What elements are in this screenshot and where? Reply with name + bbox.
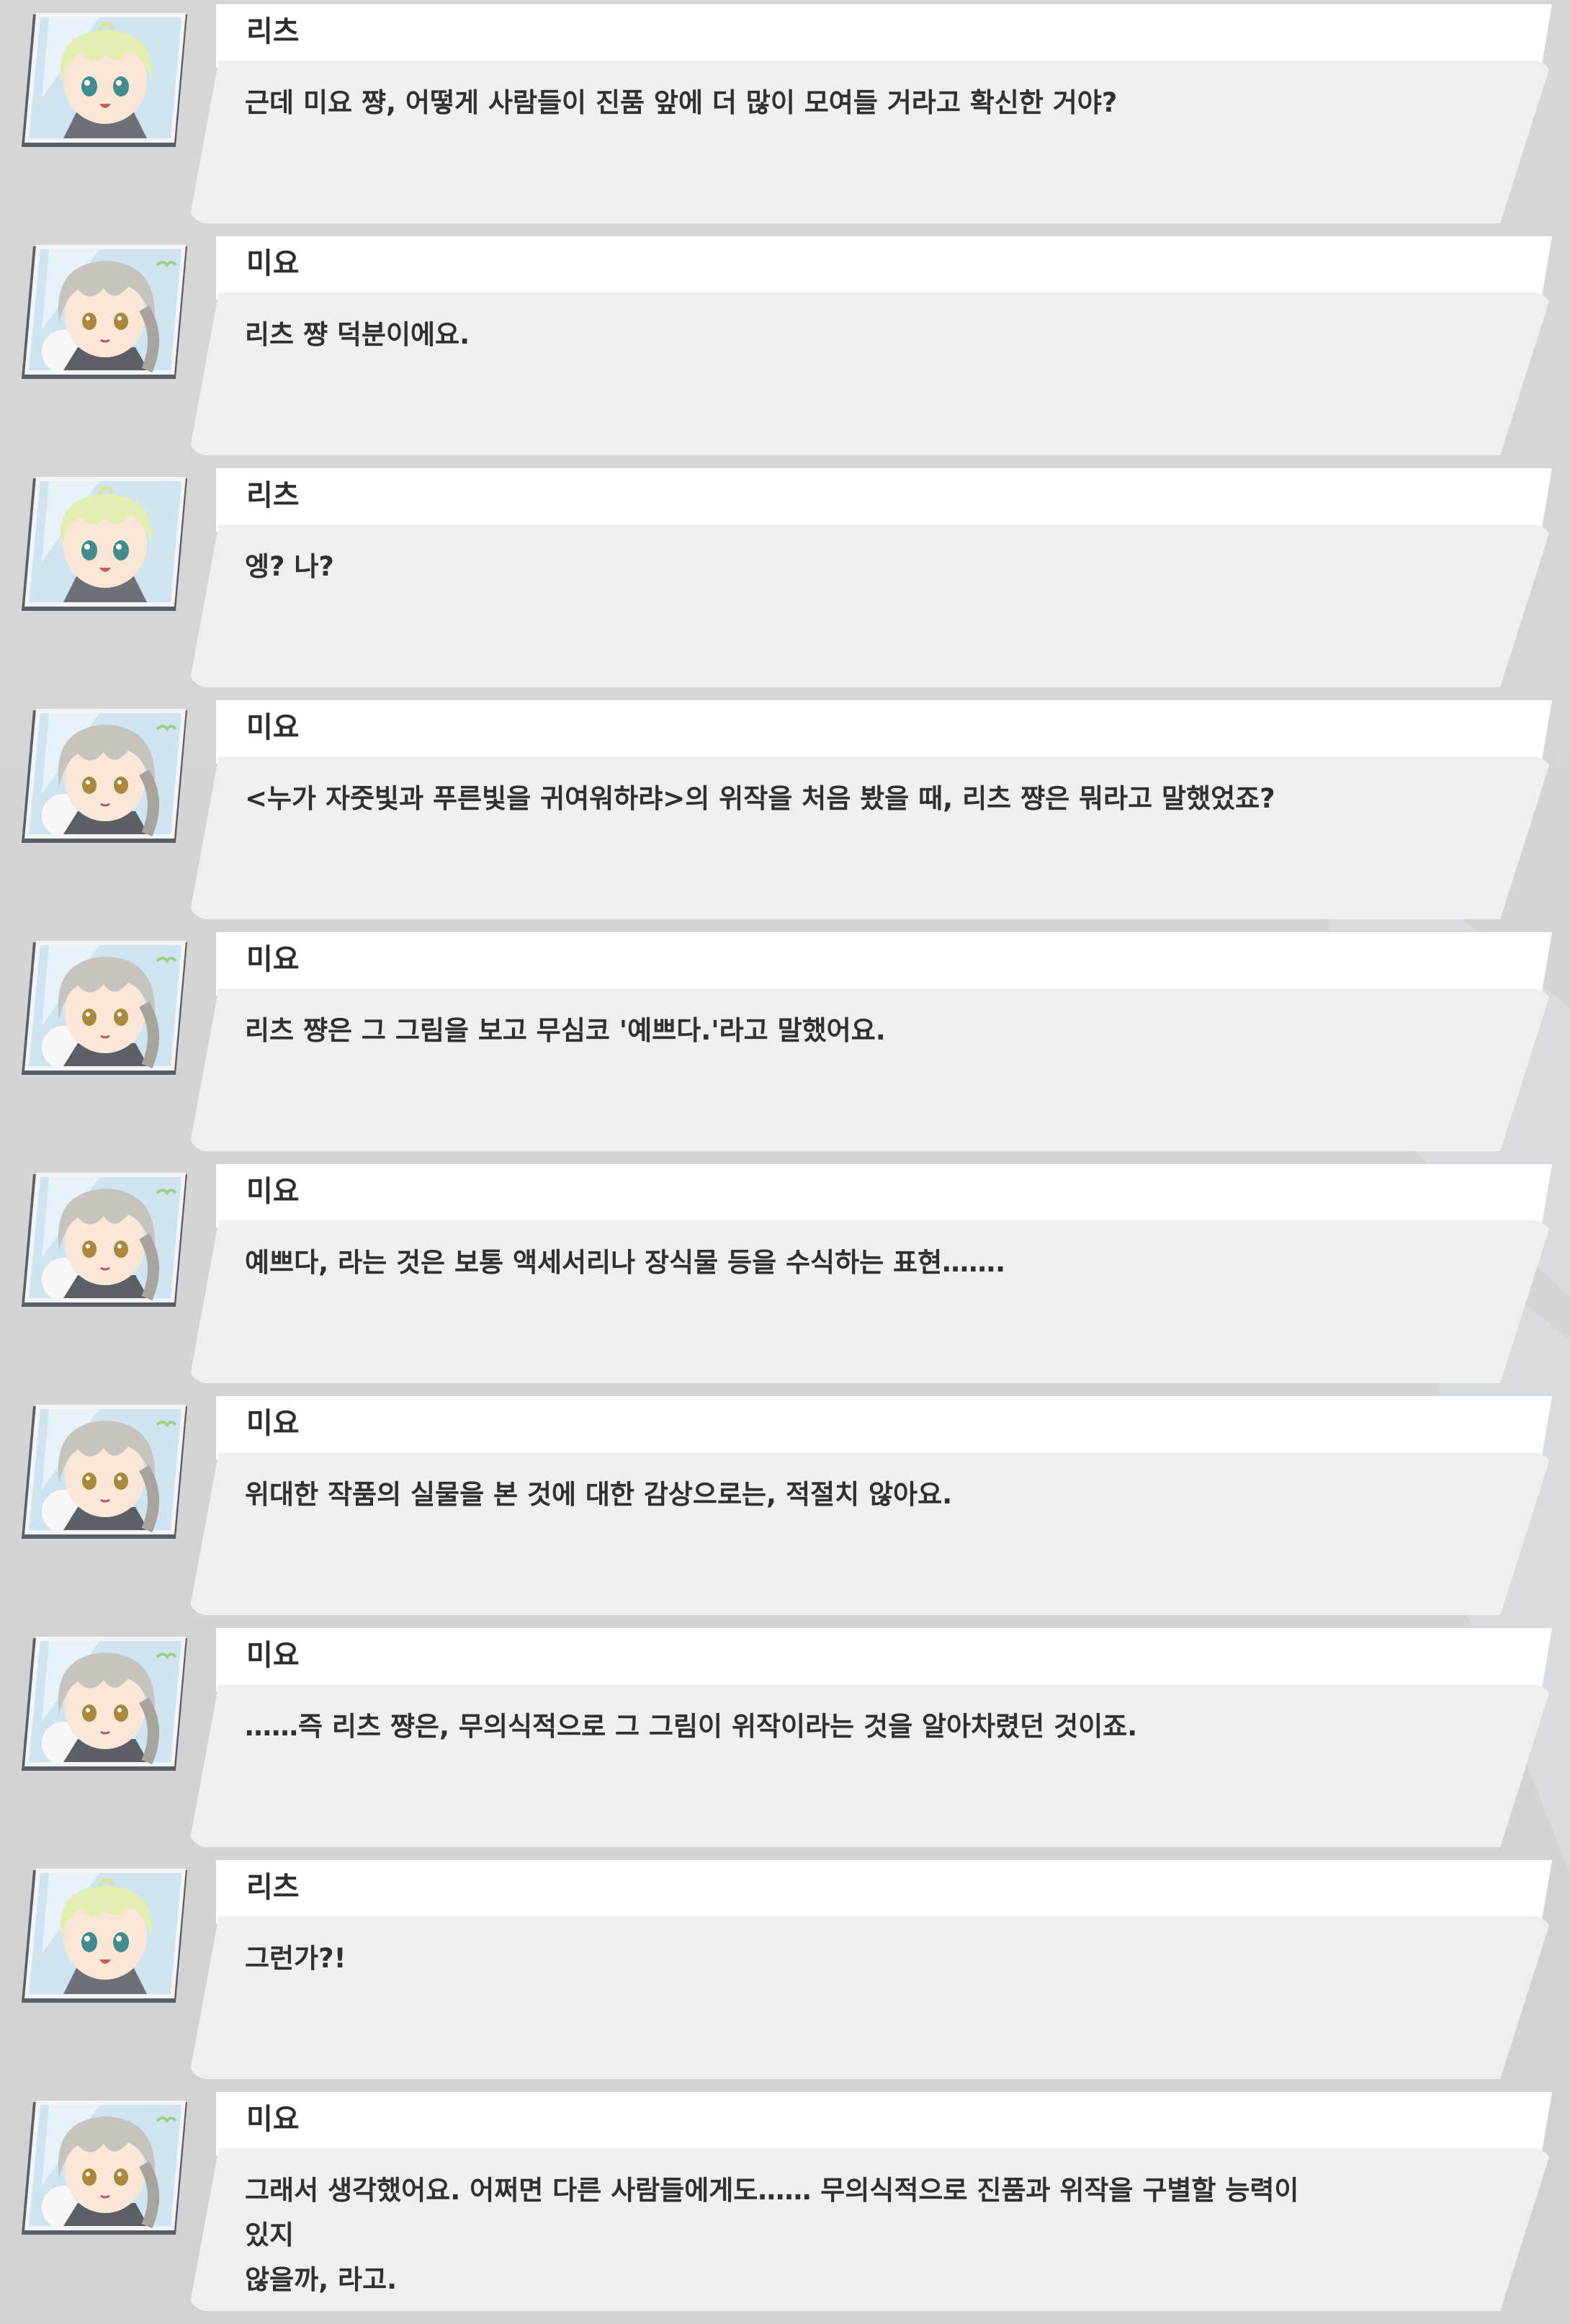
speaker-name: 미요 (246, 1175, 300, 1208)
dialogue-entry-3[interactable]: 리츠 엥? 나? (0, 464, 1570, 696)
dialogue-entry-9[interactable]: 리츠 그런가?! (0, 1856, 1570, 2088)
dialogue-text: 엥? 나? (245, 551, 334, 582)
nameplate (216, 2092, 1552, 2155)
miyo-portrait (20, 707, 190, 849)
ritsu-portrait (20, 475, 190, 617)
ritsu-portrait (20, 12, 190, 153)
speaker-name: 리츠 (246, 1871, 300, 1904)
nameplate (216, 4, 1552, 68)
dialogue-text: 위대한 작품의 실물을 본 것에 대한 감상으로는, 적절치 않아요. (245, 1479, 953, 1510)
dialogue-log[interactable]: 리츠 근데 미요 쨩, 어떻게 사람들이 진품 앞에 더 많이 모여들 거라고 … (0, 0, 1570, 2324)
speaker-name: 리츠 (246, 15, 300, 48)
speaker-name: 미요 (246, 247, 300, 280)
nameplate (216, 1164, 1552, 1228)
dialogue-text: 그래서 생각했어요. 어쩌면 다른 사람들에게도…… 무의식적으로 진품과 위작… (245, 2175, 1299, 2295)
dialogue-entry-4[interactable]: 미요 <누가 자줏빛과 푸른빛을 귀여워하랴>의 위작을 처음 봤을 때, 리츠… (0, 696, 1570, 928)
dialogue-entry-7[interactable]: 미요 위대한 작품의 실물을 본 것에 대한 감상으로는, 적절치 않아요. (0, 1392, 1570, 1624)
nameplate (216, 1396, 1552, 1460)
dialogue-entry-1[interactable]: 리츠 근데 미요 쨩, 어떻게 사람들이 진품 앞에 더 많이 모여들 거라고 … (0, 0, 1570, 232)
dialogue-text: ……즉 리츠 쨩은, 무의식적으로 그 그림이 위작이라는 것을 알아차렸던 것… (245, 1711, 1138, 1742)
dialogue-text: <누가 자줏빛과 푸른빛을 귀여워하랴>의 위작을 처음 봤을 때, 리츠 쨩은… (245, 783, 1275, 814)
dialogue-entry-5[interactable]: 미요 리츠 쨩은 그 그림을 보고 무심코 '예쁘다.'라고 말했어요. (0, 928, 1570, 1160)
nameplate (216, 1860, 1552, 1923)
nameplate (216, 236, 1552, 300)
speaker-name: 리츠 (246, 479, 300, 512)
speaker-name: 미요 (246, 1407, 300, 1440)
dialogue-text: 근데 미요 쨩, 어떻게 사람들이 진품 앞에 더 많이 모여들 거라고 확신한… (245, 87, 1118, 118)
speaker-name: 미요 (246, 711, 300, 744)
dialogue-text: 그런가?! (245, 1943, 346, 1974)
nameplate (216, 468, 1552, 532)
speaker-name: 미요 (246, 943, 300, 976)
miyo-portrait (20, 939, 190, 1081)
miyo-portrait (20, 1171, 190, 1313)
ritsu-portrait (20, 1867, 190, 2008)
dialogue-entry-8[interactable]: 미요 ……즉 리츠 쨩은, 무의식적으로 그 그림이 위작이라는 것을 알아차렸… (0, 1624, 1570, 1856)
nameplate (216, 932, 1552, 996)
dialogue-entry-6[interactable]: 미요 예쁘다, 라는 것은 보통 액세서리나 장식물 등을 수식하는 표현……. (0, 1160, 1570, 1392)
speaker-name: 미요 (246, 2103, 300, 2136)
nameplate (216, 700, 1552, 764)
dialogue-text: 리츠 쨩은 그 그림을 보고 무심코 '예쁘다.'라고 말했어요. (245, 1015, 886, 1046)
nameplate (216, 1628, 1552, 1691)
dialogue-entry-2[interactable]: 미요 리츠 쨩 덕분이에요. (0, 232, 1570, 464)
miyo-portrait (20, 2099, 190, 2240)
speaker-name: 미요 (246, 1639, 300, 1672)
miyo-portrait (20, 243, 190, 385)
dialogue-text: 리츠 쨩 덕분이에요. (245, 319, 470, 350)
miyo-portrait (20, 1635, 190, 1776)
dialogue-entry-10[interactable]: 미요 그래서 생각했어요. 어쩌면 다른 사람들에게도…… 무의식적으로 진품과… (0, 2088, 1570, 2320)
miyo-portrait (20, 1403, 190, 1545)
dialogue-text: 예쁘다, 라는 것은 보통 액세서리나 장식물 등을 수식하는 표현……. (245, 1247, 1006, 1278)
